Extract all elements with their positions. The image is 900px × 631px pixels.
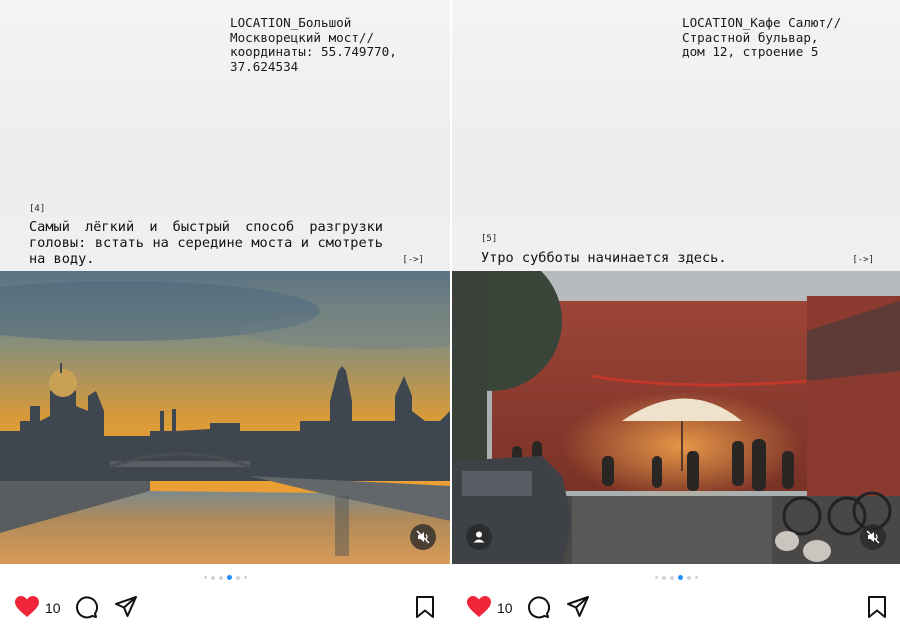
- carousel-indicator: [0, 575, 450, 580]
- next-arrow-label: [->]: [402, 255, 424, 265]
- post-2: LOCATION_Кафе Салют// Страстной бульвар,…: [452, 0, 900, 631]
- carousel-indicator: [452, 575, 900, 580]
- user-icon: [473, 531, 485, 543]
- carousel-dot: [235, 575, 240, 580]
- carousel-dot: [661, 575, 666, 580]
- comment-icon[interactable]: [74, 595, 98, 619]
- bookmark-icon[interactable]: [414, 595, 436, 619]
- location-text: LOCATION_Большой Москворецкий мост// коо…: [230, 15, 397, 74]
- slide-number: [5]: [481, 234, 498, 244]
- caption-text: Утро субботы начинается здесь.: [481, 250, 727, 266]
- caption-text: Самый лёгкий и быстрый способ разгрузки …: [29, 219, 383, 267]
- location-text: LOCATION_Кафе Салют// Страстной бульвар,…: [682, 15, 842, 60]
- mute-button[interactable]: [860, 524, 886, 550]
- carousel-dot-active: [677, 575, 683, 580]
- slide-number: [4]: [29, 204, 46, 214]
- tagged-users-button[interactable]: [466, 524, 492, 550]
- mute-icon: [416, 530, 430, 544]
- bookmark-icon[interactable]: [866, 595, 888, 619]
- share-icon[interactable]: [114, 595, 138, 619]
- heart-icon[interactable]: [14, 595, 40, 619]
- river-sunset-image: [0, 271, 450, 564]
- like-count[interactable]: 10: [45, 600, 61, 616]
- carousel-dot: [218, 575, 223, 580]
- post-photo-river[interactable]: [0, 271, 450, 564]
- next-arrow-label: [->]: [852, 255, 874, 265]
- carousel-dot: [203, 576, 207, 579]
- carousel-dot: [210, 575, 215, 580]
- cafe-terrace-image: [452, 271, 900, 564]
- post-photo-cafe[interactable]: [452, 271, 900, 564]
- heart-icon[interactable]: [466, 595, 492, 619]
- action-bar: 10: [452, 592, 900, 622]
- carousel-dot: [654, 576, 658, 579]
- like-count[interactable]: 10: [497, 600, 513, 616]
- comment-icon[interactable]: [526, 595, 550, 619]
- carousel-dot: [694, 576, 698, 579]
- mute-button[interactable]: [410, 524, 436, 550]
- text-card: LOCATION_Большой Москворецкий мост// коо…: [0, 0, 450, 271]
- text-card: LOCATION_Кафе Салют// Страстной бульвар,…: [452, 0, 900, 271]
- carousel-dot: [686, 575, 691, 580]
- action-bar: 10: [0, 592, 450, 622]
- share-icon[interactable]: [566, 595, 590, 619]
- carousel-dot-active: [226, 575, 232, 580]
- carousel-dot: [669, 575, 674, 580]
- mute-icon: [866, 530, 880, 544]
- carousel-dot: [243, 576, 247, 579]
- post-1: LOCATION_Большой Москворецкий мост// коо…: [0, 0, 450, 631]
